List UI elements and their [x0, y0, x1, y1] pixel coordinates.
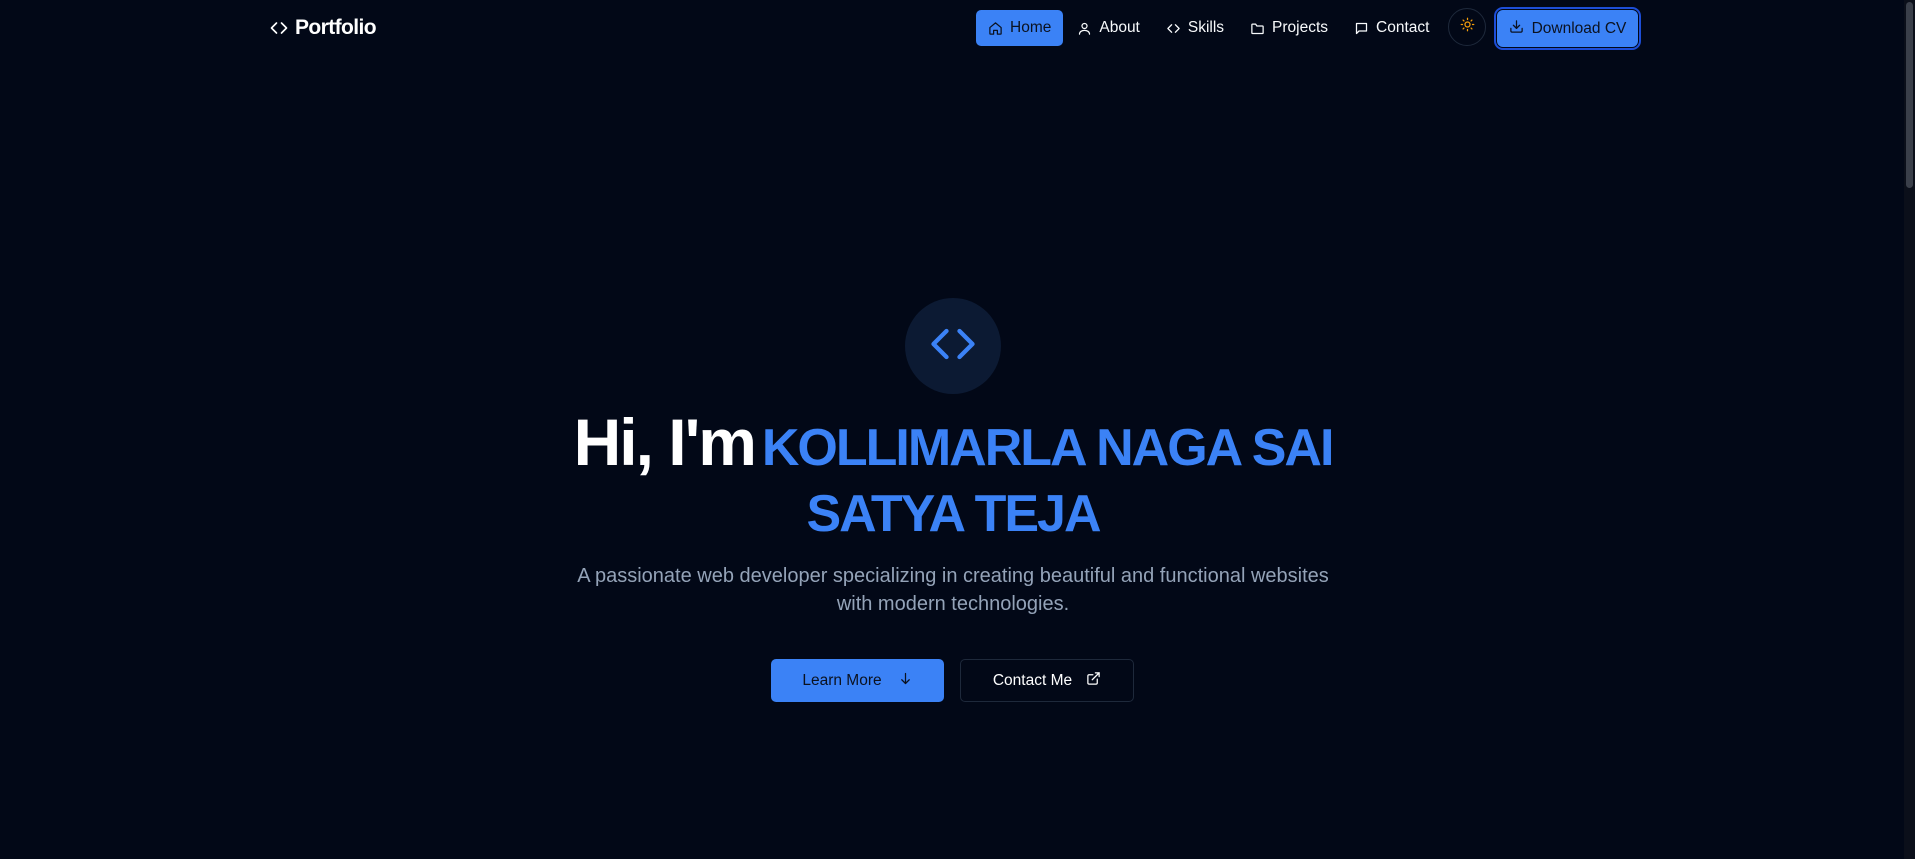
- brand-title: Portfolio: [295, 16, 377, 39]
- navbar: Portfolio Home About Skills Projects Con…: [0, 0, 1915, 56]
- learn-more-label: Learn More: [802, 671, 882, 689]
- sun-icon: [1460, 17, 1475, 37]
- nav-about-label: About: [1099, 19, 1140, 36]
- contact-me-button[interactable]: Contact Me: [960, 659, 1134, 702]
- theme-toggle-button[interactable]: [1448, 8, 1486, 46]
- external-link-icon: [1086, 671, 1101, 691]
- brand-logo[interactable]: Portfolio: [269, 14, 377, 42]
- download-cv-label: Download CV: [1531, 19, 1627, 37]
- nav-contact-label: Contact: [1376, 19, 1430, 36]
- learn-more-button[interactable]: Learn More: [771, 659, 944, 702]
- hero-subtitle: A passionate web developer specializing …: [577, 565, 1329, 615]
- hero-badge: [905, 298, 1001, 394]
- code-icon: [269, 18, 289, 38]
- download-cv-button[interactable]: Download CV: [1494, 7, 1641, 50]
- hero-headline: Hi, I'm KOLLIMARLA NAGA SAI SATYA TEJA: [557, 409, 1349, 550]
- nav-home[interactable]: Home: [976, 10, 1064, 46]
- code-icon: [927, 318, 979, 375]
- nav-skills-label: Skills: [1187, 19, 1225, 36]
- page-scrollbar[interactable]: [1904, 0, 1915, 859]
- main-nav: Home About Skills Projects Contact: [976, 10, 1443, 46]
- nav-projects-label: Projects: [1272, 19, 1329, 36]
- nav-home-label: Home: [1010, 19, 1052, 36]
- download-icon: [1509, 19, 1524, 39]
- hero-name: KOLLIMARLA NAGA SAI SATYA TEJA: [761, 419, 1335, 543]
- nav-contact[interactable]: Contact: [1342, 10, 1441, 46]
- contact-me-label: Contact Me: [992, 671, 1073, 689]
- scrollbar-thumb[interactable]: [1906, 2, 1913, 188]
- home-icon: [988, 21, 1003, 36]
- nav-about[interactable]: About: [1065, 10, 1152, 46]
- code-icon: [1166, 21, 1181, 36]
- user-icon: [1077, 21, 1092, 36]
- nav-skills[interactable]: Skills: [1154, 10, 1236, 46]
- hero-greeting: Hi, I'm: [573, 405, 757, 479]
- arrow-down-icon: [898, 671, 913, 691]
- folder-icon: [1250, 21, 1265, 36]
- nav-projects[interactable]: Projects: [1238, 10, 1340, 46]
- message-icon: [1354, 21, 1369, 36]
